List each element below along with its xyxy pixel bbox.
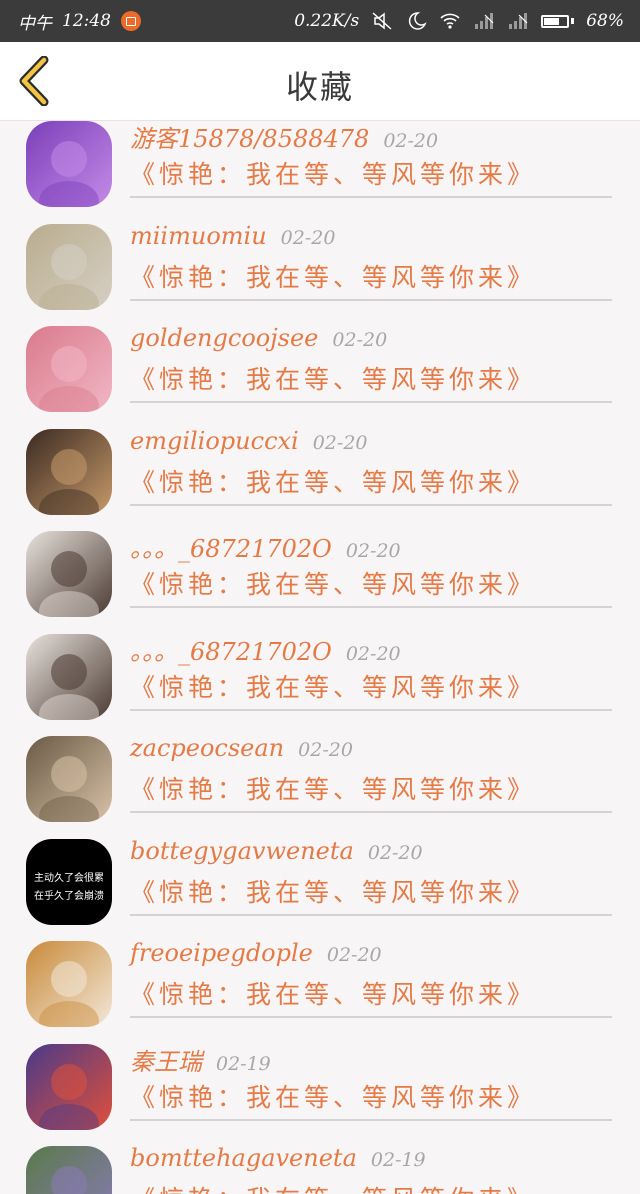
network-speed: 0.22K/s	[294, 11, 360, 31]
page-title: 收藏	[285, 68, 354, 106]
item-title-link[interactable]: 《惊艳：我在等、等风等你来》	[130, 1180, 612, 1194]
username: emgiliopuccxi	[130, 426, 299, 455]
signal-icon-sim1	[475, 13, 494, 29]
list-item[interactable]: 。。。_68721702O 02-20 《惊艳：我在等、等风等你来》	[0, 618, 640, 721]
date: 02-20	[312, 431, 368, 454]
item-title-link[interactable]: 《惊艳：我在等、等风等你来》	[130, 360, 612, 400]
wifi-icon	[440, 13, 460, 29]
date: 02-20	[383, 130, 439, 152]
divider	[130, 913, 612, 916]
divider	[130, 708, 612, 711]
username: 。。。_68721702O	[130, 637, 332, 666]
item-title-link[interactable]: 《惊艳：我在等、等风等你来》	[130, 668, 612, 708]
avatar[interactable]	[26, 428, 112, 515]
date: 02-20	[345, 642, 401, 665]
item-title-link[interactable]: 《惊艳：我在等、等风等你来》	[130, 155, 612, 195]
avatar[interactable]	[26, 633, 112, 720]
divider	[130, 401, 612, 403]
status-bar: 中午 12:48 0.22K/s 68%	[0, 0, 640, 42]
list-item[interactable]: freoeipegdople 02-20 《惊艳：我在等、等风等你来》	[0, 925, 640, 1028]
date: 02-19	[216, 1052, 271, 1075]
avatar-caption: 在乎久了会崩溃	[34, 890, 104, 902]
item-title-link[interactable]: 《惊艳：我在等、等风等你来》	[130, 975, 612, 1015]
list-item[interactable]: 秦王瑞 02-19 《惊艳：我在等、等风等你来》	[0, 1028, 640, 1131]
item-title-link[interactable]: 《惊艳：我在等、等风等你来》	[130, 565, 612, 605]
list-item[interactable]: bomttehagaveneta 02-19 《惊艳：我在等、等风等你来》	[0, 1130, 640, 1194]
battery-percent: 68%	[586, 11, 624, 31]
date: 02-20	[367, 841, 423, 864]
avatar-caption: 主动久了会很累	[34, 872, 104, 884]
item-title-link[interactable]: 《惊艳：我在等、等风等你来》	[130, 770, 612, 810]
do-not-disturb-moon-icon	[409, 12, 427, 30]
divider	[130, 503, 612, 506]
avatar[interactable]: 主动久了会很累 在乎久了会崩溃	[26, 838, 112, 925]
date: 02-20	[298, 739, 353, 761]
divider	[130, 811, 612, 813]
favorites-list[interactable]: 游客15878/8588478 02-20 《惊艳：我在等、等风等你来》 miimuo…	[0, 121, 640, 1194]
username: goldengcoojsee	[130, 324, 319, 352]
item-title-link[interactable]: 《惊艳：我在等、等风等你来》	[130, 1078, 612, 1118]
list-item[interactable]: 。。。_68721702O 02-20 《惊艳：我在等、等风等你来》	[0, 515, 640, 618]
username: bottegygavweneta	[130, 836, 354, 865]
username: bomttehagaveneta	[130, 1144, 357, 1172]
date: 02-20	[280, 226, 336, 249]
list-item[interactable]: miimuomiu 02-20 《惊艳：我在等、等风等你来》	[0, 208, 640, 311]
item-title-link[interactable]: 《惊艳：我在等、等风等你来》	[130, 873, 612, 913]
list-item[interactable]: emgiliopuccxi 02-20 《惊艳：我在等、等风等你来》	[0, 413, 640, 516]
clock: 12:48	[62, 11, 111, 31]
date: 02-20	[326, 944, 382, 966]
list-item[interactable]: goldengcoojsee 02-20 《惊艳：我在等、等风等你来》	[0, 310, 640, 413]
nav-bar: 收藏	[0, 42, 640, 121]
avatar[interactable]	[26, 223, 112, 310]
divider	[130, 298, 612, 301]
mute-icon	[372, 12, 392, 30]
avatar[interactable]	[26, 1043, 112, 1130]
avatar[interactable]	[26, 736, 112, 822]
username: 秦王瑞	[130, 1047, 202, 1076]
carrier-label: 中午	[18, 13, 52, 34]
avatar[interactable]	[26, 1146, 112, 1194]
avatar[interactable]	[26, 941, 112, 1027]
date: 02-20	[345, 540, 401, 562]
divider	[130, 606, 612, 608]
divider	[130, 196, 612, 198]
divider	[130, 1016, 612, 1018]
list-item[interactable]: 主动久了会很累 在乎久了会崩溃 bottegygavweneta 02-20 《惊艳：我…	[0, 823, 640, 926]
username: freoeipegdople	[130, 939, 313, 967]
app-notification-icon	[121, 11, 141, 31]
item-title-link[interactable]: 《惊艳：我在等、等风等你来》	[130, 258, 612, 298]
username: zacpeocsean	[130, 734, 285, 762]
divider	[130, 1118, 612, 1121]
username: 游客15878/8588478	[130, 125, 370, 153]
battery-icon	[541, 14, 575, 28]
list-item[interactable]: zacpeocsean 02-20 《惊艳：我在等、等风等你来》	[0, 720, 640, 823]
avatar[interactable]	[26, 121, 112, 207]
date: 02-20	[332, 329, 388, 351]
avatar[interactable]	[26, 326, 112, 412]
item-title-link[interactable]: 《惊艳：我在等、等风等你来》	[130, 463, 612, 503]
avatar[interactable]	[26, 531, 112, 617]
username: 。。。_68721702O	[130, 535, 332, 563]
date: 02-19	[370, 1149, 426, 1171]
username: miimuomiu	[130, 221, 267, 250]
signal-icon-sim2	[509, 13, 528, 29]
list-item[interactable]: 游客15878/8588478 02-20 《惊艳：我在等、等风等你来》	[0, 121, 640, 208]
